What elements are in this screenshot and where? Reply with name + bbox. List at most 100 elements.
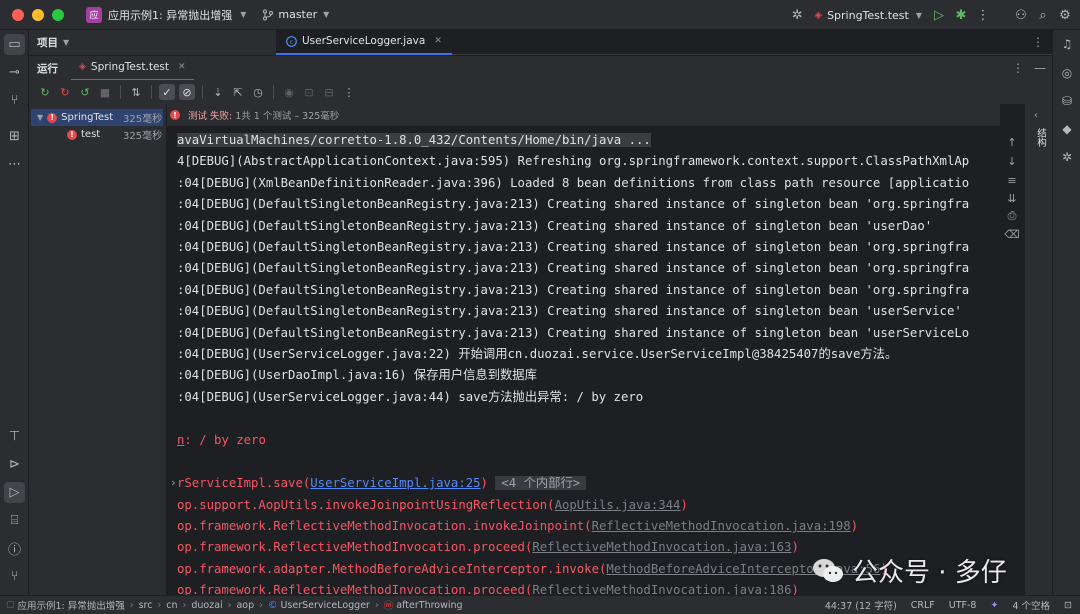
stack-frame-link[interactable]: ReflectiveMethodInvocation.java:186 bbox=[532, 583, 791, 595]
ai-assistant-icon[interactable]: ◎ bbox=[1057, 63, 1077, 83]
more-icon[interactable]: ⋮ bbox=[972, 8, 994, 23]
console-command[interactable]: avaVirtualMachines/corretto-1.8.0_432/Co… bbox=[177, 133, 651, 147]
stack-frame-text: op.support.AopUtils.invokeJoinpointUsing… bbox=[177, 498, 555, 512]
add-user-icon[interactable]: ⚇ bbox=[1010, 8, 1032, 23]
indent-setting[interactable]: 4 个空格 bbox=[1012, 598, 1050, 612]
more-icon[interactable]: ⋮ bbox=[341, 84, 357, 100]
editor-tab-label: UserServiceLogger.java bbox=[302, 35, 426, 47]
test-tree-label: SpringTest bbox=[61, 112, 114, 123]
test-tree-item-test[interactable]: ! test 325毫秒 bbox=[31, 126, 163, 143]
stack-frame-text: ) bbox=[680, 498, 688, 512]
run-tool-icon[interactable]: ▷ bbox=[4, 482, 25, 503]
gradle-icon[interactable]: ✲ bbox=[1057, 147, 1077, 167]
database-icon[interactable]: ⛁ bbox=[1057, 91, 1077, 111]
stack-frame-link[interactable]: ReflectiveMethodInvocation.java:198 bbox=[592, 519, 851, 533]
sort-alpha-icon[interactable]: ⇣ bbox=[210, 84, 226, 100]
project-switcher[interactable]: 应 应用示例1: 异常抛出增强 ▼ bbox=[80, 5, 252, 25]
test-duration: 325毫秒 bbox=[123, 131, 163, 142]
test-tree-item-springtest[interactable]: ▼ ! SpringTest 325毫秒 bbox=[31, 109, 163, 126]
commit-icon[interactable]: ⊸ bbox=[4, 62, 25, 83]
more-icon[interactable]: ⋮ bbox=[1032, 35, 1044, 49]
cursor-position[interactable]: 44:37 (12 字符) bbox=[825, 598, 897, 612]
run-config-selector[interactable]: ◈ SpringTest.test ▼ bbox=[814, 9, 922, 22]
console-line: 4[DEBUG](AbstractApplicationContext.java… bbox=[177, 154, 970, 168]
test-duration: 325毫秒 bbox=[123, 114, 163, 125]
build-hammer-icon[interactable]: ⊤ bbox=[4, 426, 25, 447]
debug-bug-icon[interactable]: ✲ bbox=[786, 8, 808, 23]
project-panel-title[interactable]: 项目 bbox=[37, 35, 58, 50]
breadcrumb-item[interactable]: UserServiceLogger bbox=[280, 600, 370, 611]
collapsed-frames-button[interactable]: <4 个内部行> bbox=[495, 476, 587, 490]
history-icon[interactable]: ◷ bbox=[250, 84, 266, 100]
run-icon[interactable]: ▷ bbox=[928, 8, 950, 23]
branch-switcher[interactable]: master ▼ bbox=[262, 8, 329, 21]
chevron-right-icon[interactable]: › bbox=[170, 476, 177, 489]
line-ending[interactable]: CRLF bbox=[911, 600, 935, 611]
plugin-icon[interactable]: ◆ bbox=[1057, 119, 1077, 139]
chevron-down-icon[interactable]: ▼ bbox=[63, 38, 69, 47]
sort-icon[interactable]: ⇅ bbox=[128, 84, 144, 100]
import-icon[interactable]: ⊟ bbox=[321, 84, 337, 100]
console-error-line: n: / by zero bbox=[177, 430, 266, 451]
pull-requests-icon[interactable]: ⑂ bbox=[4, 90, 25, 111]
stack-frame-link[interactable]: AopUtils.java:344 bbox=[555, 498, 681, 512]
stack-trace-line: op.framework.adapter.MethodBeforeAdviceI… bbox=[177, 559, 888, 580]
export-icon[interactable]: ⊡ bbox=[301, 84, 317, 100]
ai-status-icon[interactable]: ✦ bbox=[990, 600, 998, 611]
settings-gear-icon[interactable]: ⚙ bbox=[1054, 8, 1076, 23]
print-icon[interactable]: ⎙ bbox=[1004, 208, 1020, 224]
problems-icon[interactable]: ⓘ bbox=[4, 538, 25, 559]
console-output[interactable]: avaVirtualMachines/corretto-1.8.0_432/Co… bbox=[167, 126, 1000, 595]
stop-icon[interactable]: ■ bbox=[97, 84, 113, 100]
git-icon[interactable]: ⑂ bbox=[4, 566, 25, 587]
more-icon[interactable]: ⋮ bbox=[1012, 61, 1024, 75]
file-encoding[interactable]: UTF-8 bbox=[949, 600, 977, 611]
close-window-button[interactable] bbox=[12, 8, 24, 21]
structure-label[interactable]: 结构 bbox=[1033, 128, 1047, 147]
screenshot-icon[interactable]: ◉ bbox=[281, 84, 297, 100]
failed-test-icon: ! bbox=[47, 112, 58, 123]
failed-status-icon: ! bbox=[170, 110, 180, 120]
breadcrumb-item[interactable]: afterThrowing bbox=[396, 600, 462, 611]
project-folder-icon[interactable]: ▭ bbox=[4, 34, 25, 55]
notifications-bell-icon[interactable]: ♫ bbox=[1057, 34, 1077, 54]
show-passed-icon[interactable]: ✓ bbox=[159, 84, 175, 100]
debug-icon[interactable]: ✱ bbox=[950, 8, 972, 23]
lock-icon[interactable]: ⊡ bbox=[1064, 600, 1072, 611]
project-name: 应用示例1: 异常抛出增强 bbox=[108, 8, 233, 22]
run-tab[interactable]: ◈ SpringTest.test ✕ bbox=[71, 56, 194, 81]
minimize-window-button[interactable] bbox=[32, 8, 44, 21]
chevron-left-icon[interactable]: ‹ bbox=[1034, 110, 1038, 121]
stack-frame-link[interactable]: ReflectiveMethodInvocation.java:163 bbox=[532, 540, 791, 554]
structure-icon[interactable]: ⊞ bbox=[4, 126, 25, 147]
clear-trash-icon[interactable]: ⌫ bbox=[1004, 226, 1020, 242]
zoom-window-button[interactable] bbox=[52, 8, 64, 21]
scroll-to-end-icon[interactable]: ⇊ bbox=[1004, 190, 1020, 206]
close-icon[interactable]: ✕ bbox=[178, 62, 186, 72]
terminal-icon[interactable]: ⌸ bbox=[4, 510, 25, 531]
more-tools-icon[interactable]: ⋯ bbox=[4, 154, 25, 175]
rerun-failed-icon[interactable]: ↻ bbox=[57, 84, 73, 100]
breadcrumb-item[interactable]: 应用示例1: 异常抛出增强 bbox=[18, 598, 125, 612]
toggle-auto-test-icon[interactable]: ↺ bbox=[77, 84, 93, 100]
search-icon[interactable]: ⌕ bbox=[1032, 8, 1054, 23]
java-class-icon: © bbox=[267, 599, 278, 611]
chevron-down-icon[interactable]: ▼ bbox=[37, 113, 43, 122]
breadcrumb-item[interactable]: aop bbox=[236, 600, 254, 611]
stack-frame-link[interactable]: UserServiceImpl.java:25 bbox=[310, 476, 480, 490]
editor-tab[interactable]: c UserServiceLogger.java ✕ bbox=[276, 30, 452, 55]
project-badge: 应 bbox=[86, 6, 102, 23]
rerun-icon[interactable]: ↻ bbox=[37, 84, 53, 100]
soft-wrap-icon[interactable]: ≡ bbox=[1004, 172, 1020, 188]
close-icon[interactable]: ✕ bbox=[434, 36, 442, 46]
scroll-down-icon[interactable]: ↓ bbox=[1004, 153, 1020, 169]
chevron-down-icon: ▼ bbox=[323, 10, 330, 19]
minimize-icon[interactable]: — bbox=[1034, 61, 1046, 75]
scroll-up-icon[interactable]: ↑ bbox=[1004, 134, 1020, 150]
breadcrumb-item[interactable]: cn bbox=[166, 600, 177, 611]
services-icon[interactable]: ⊳ bbox=[4, 454, 25, 475]
breadcrumb-item[interactable]: duozai bbox=[191, 600, 222, 611]
show-ignored-icon[interactable]: ⊘ bbox=[179, 84, 195, 100]
collapse-icon[interactable]: ⇱ bbox=[230, 84, 246, 100]
breadcrumb-item[interactable]: src bbox=[139, 600, 153, 611]
